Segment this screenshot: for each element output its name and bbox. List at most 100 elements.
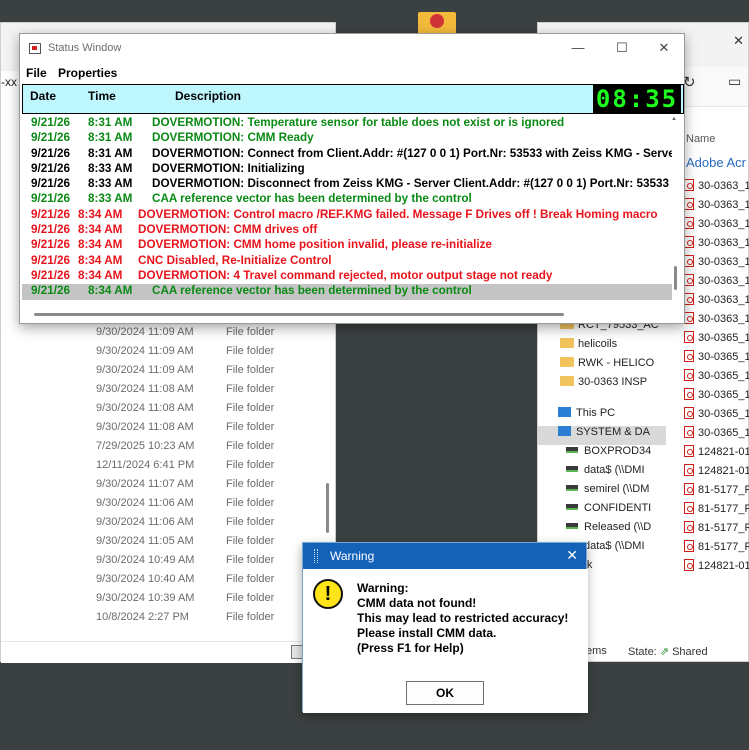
file-row[interactable]: 9/30/2024 10:49 AM File folder — [1, 551, 321, 570]
log-row[interactable]: 9/21/26 8:33 AM CAA reference vector has b… — [22, 192, 672, 207]
log-row[interactable]: 9/21/26 8:34 AM DOVERMOTION: 4 Travel comm… — [22, 269, 672, 284]
nav-item[interactable]: 30-0363 INSP — [538, 376, 666, 395]
log-row[interactable]: 9/21/26 8:31 AM DOVERMOTION: Temperature s… — [22, 116, 672, 131]
nav-item[interactable]: Released (\\D — [538, 521, 666, 540]
nav-item[interactable]: CONFIDENTI — [538, 502, 666, 521]
file-name: 30-0365_15 — [698, 427, 749, 439]
file-row[interactable]: 12/11/2024 6:41 PM File folder — [1, 456, 321, 475]
file-row[interactable]: 10/8/2024 2:27 PM File folder — [1, 608, 321, 627]
file-row[interactable]: 30-0365_15 — [684, 350, 749, 369]
nav-item[interactable] — [538, 395, 666, 407]
file-row[interactable]: 9/30/2024 11:06 AM File folder — [1, 513, 321, 532]
status-window-titlebar[interactable]: Status Window — ☐ ✕ — [20, 34, 684, 63]
nav-item[interactable]: RWK - HELICO — [538, 357, 666, 376]
file-row[interactable]: 30-0363_10 — [684, 255, 749, 274]
nav-item[interactable]: BOXPROD34 — [538, 445, 666, 464]
file-row[interactable]: 81-5177_R — [684, 540, 749, 559]
file-row[interactable]: 30-0363_10 — [684, 236, 749, 255]
log-row[interactable]: 9/21/26 8:34 AM CAA reference vector has b… — [22, 284, 672, 300]
menu-properties[interactable]: Properties — [58, 66, 117, 80]
log-row[interactable]: 9/21/26 8:31 AM DOVERMOTION: Connect from … — [22, 147, 672, 162]
minimize-button[interactable]: — — [564, 38, 592, 58]
app-icon — [29, 43, 41, 54]
log-time: 8:31 AM — [88, 116, 133, 129]
file-row[interactable]: 9/30/2024 10:39 AM File folder — [1, 589, 321, 608]
log-time: 8:34 AM — [78, 253, 123, 267]
menu-file[interactable]: File — [26, 66, 47, 80]
file-row[interactable]: 81-5177_R — [684, 502, 749, 521]
log-row[interactable]: 9/21/26 8:34 AM DOVERMOTION: CMM home posi… — [22, 238, 672, 253]
file-row[interactable]: 30-0365_15 — [684, 407, 749, 426]
file-row[interactable]: 9/30/2024 11:07 AM File folder — [1, 475, 321, 494]
file-row[interactable]: 30-0365_15 — [684, 426, 749, 445]
nav-item[interactable]: helicoils — [538, 338, 666, 357]
drag-grip-icon[interactable] — [314, 549, 318, 563]
address-bar-fragment[interactable]: -xx — [1, 75, 17, 89]
log-row[interactable]: 9/21/26 8:33 AM DOVERMOTION: Disconnect fr… — [22, 177, 672, 192]
column-header-time[interactable]: Time — [88, 89, 116, 103]
file-row[interactable]: 9/30/2024 11:09 AM File folder — [1, 342, 321, 361]
scroll-up-icon[interactable]: ▲ — [671, 116, 677, 122]
file-row[interactable]: 81-5177_R — [684, 483, 749, 502]
file-row[interactable]: 9/30/2024 11:06 AM File folder — [1, 494, 321, 513]
column-header-description[interactable]: Description — [175, 89, 241, 103]
file-row[interactable]: 30-0363_10 — [684, 179, 749, 198]
close-button[interactable]: ✕ — [650, 38, 678, 58]
status-state: State: ⇗ Shared — [628, 645, 708, 658]
vertical-scrollbar[interactable]: ▲ — [671, 116, 681, 306]
log-date: 9/21/26 — [31, 223, 70, 237]
file-row[interactable]: 30-0365_15 — [684, 331, 749, 350]
file-row[interactable]: 124821-01_ — [684, 559, 749, 578]
pdf-file-icon — [684, 502, 694, 514]
close-icon[interactable]: ✕ — [733, 33, 744, 49]
warning-dialog-titlebar[interactable]: Warning ✕ — [303, 543, 586, 569]
file-row[interactable]: 30-0363_10 — [684, 312, 749, 331]
file-name: 124821-01_ — [698, 560, 749, 572]
pdf-file-icon — [684, 521, 694, 533]
log-row[interactable]: 9/21/26 8:34 AM DOVERMOTION: CMM drives of… — [22, 223, 672, 238]
nav-item[interactable]: This PC — [538, 407, 666, 426]
laptop-icon[interactable]: ▭ — [728, 73, 741, 90]
file-row[interactable]: 124821-01_ — [684, 464, 749, 483]
log-row[interactable]: 9/21/26 8:33 AM DOVERMOTION: Initializing — [22, 162, 672, 177]
log-row[interactable]: 9/21/26 8:34 AM DOVERMOTION: Control macro… — [22, 208, 672, 223]
file-row[interactable]: 30-0365_15 — [684, 388, 749, 407]
file-row[interactable]: 30-0363_10 — [684, 293, 749, 312]
file-row[interactable]: 9/30/2024 11:09 AM File folder — [1, 323, 321, 342]
log-row[interactable]: 9/21/26 8:31 AM DOVERMOTION: CMM Ready — [22, 131, 672, 146]
horizontal-scrollbar[interactable] — [34, 313, 564, 316]
close-icon[interactable]: ✕ — [566, 547, 578, 564]
file-name: 81-5177_R — [698, 522, 749, 534]
ok-button[interactable]: OK — [406, 681, 484, 705]
file-row[interactable]: 9/30/2024 11:09 AM File folder — [1, 361, 321, 380]
maximize-button[interactable]: ☐ — [608, 38, 636, 58]
file-row[interactable]: 9/30/2024 11:05 AM File folder — [1, 532, 321, 551]
warning-message: Warning: CMM data not found! This may le… — [357, 581, 568, 656]
file-row[interactable]: 30-0365_15 — [684, 369, 749, 388]
scrollbar-thumb[interactable] — [674, 266, 677, 290]
file-name: 30-0363_10 — [698, 256, 749, 268]
file-row[interactable]: 30-0363_10 — [684, 198, 749, 217]
column-header-name[interactable]: Name — [684, 133, 749, 155]
vertical-scrollbar[interactable] — [326, 483, 329, 533]
nav-item[interactable]: data$ (\\DMI — [538, 464, 666, 483]
log-list[interactable]: 9/21/26 8:31 AM DOVERMOTION: Temperature s… — [22, 116, 672, 302]
file-row[interactable]: 30-0363_10 — [684, 217, 749, 236]
file-row[interactable]: 124821-01_ — [684, 445, 749, 464]
nav-item-label: semirel (\\DM — [584, 483, 650, 495]
file-row[interactable]: 9/30/2024 11:08 AM File folder — [1, 399, 321, 418]
file-row[interactable]: 81-5177_R — [684, 521, 749, 540]
group-header-adobe[interactable]: Adobe Acr — [684, 155, 749, 179]
file-row[interactable]: 7/29/2025 10:23 AM File folder — [1, 437, 321, 456]
column-header-date[interactable]: Date — [30, 89, 56, 103]
file-row[interactable]: 9/30/2024 10:40 AM File folder — [1, 570, 321, 589]
log-description: DOVERMOTION: CMM drives off — [138, 223, 318, 237]
file-row[interactable]: 9/30/2024 11:08 AM File folder — [1, 380, 321, 399]
file-row[interactable]: 30-0363_10 — [684, 274, 749, 293]
log-row[interactable]: 9/21/26 8:34 AM CNC Disabled, Re-Initializ… — [22, 254, 672, 269]
status-state-label: State: — [628, 646, 657, 658]
file-name: 124821-01_ — [698, 446, 749, 458]
nav-item[interactable]: SYSTEM & DA — [538, 426, 666, 445]
file-row[interactable]: 9/30/2024 11:08 AM File folder — [1, 418, 321, 437]
nav-item[interactable]: semirel (\\DM — [538, 483, 666, 502]
